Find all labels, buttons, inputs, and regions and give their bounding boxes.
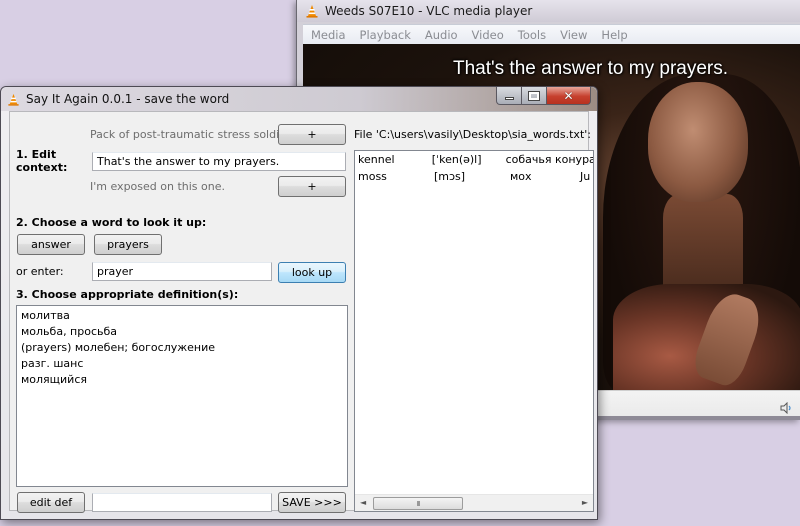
translation-cell: собачья конура <box>505 153 593 166</box>
saved-word-row[interactable]: kennel [ˈken(ə)l] собачья конура <box>355 153 593 168</box>
next-context-text: I'm exposed on this one. <box>90 180 225 193</box>
video-figure-face <box>648 82 748 202</box>
close-icon: ✕ <box>563 88 574 103</box>
vlc-menu-audio[interactable]: Audio <box>425 28 458 42</box>
definition-item[interactable]: разг. шанс <box>21 356 343 372</box>
file-path-label: File 'C:\users\vasily\Desktop\sia_words.… <box>354 128 591 141</box>
sia-window-title: Say It Again 0.0.1 - save the word <box>26 92 230 106</box>
saved-words-list[interactable]: kennel [ˈken(ə)l] собачья конура moss [m… <box>354 150 594 512</box>
previous-context-text: Pack of post-traumatic stress soldiers -… <box>90 128 308 141</box>
maximize-button[interactable] <box>522 87 547 105</box>
vlc-menu-tools[interactable]: Tools <box>518 28 546 42</box>
word-button-answer[interactable]: answer <box>17 234 85 255</box>
definition-item[interactable]: мольба, просьба <box>21 324 343 340</box>
word-cell: moss <box>358 170 387 183</box>
section3-label: 3. Choose appropriate definition(s): <box>16 288 239 301</box>
save-button[interactable]: SAVE >>> <box>278 492 346 513</box>
scroll-right-icon[interactable]: ► <box>582 498 588 507</box>
context-cell-truncated: Ju <box>580 170 591 183</box>
speaker-icon[interactable] <box>780 402 792 414</box>
window-controls: ✕ <box>496 87 591 105</box>
grip-icon: III <box>416 499 420 508</box>
saved-word-row[interactable]: moss [mɔs] мох Ju <box>355 170 593 185</box>
definition-item[interactable]: (prayers) молебен; богослужение <box>21 340 343 356</box>
vlc-window-title: Weeds S07E10 - VLC media player <box>325 4 533 18</box>
horizontal-scrollbar[interactable]: ◄ III ► <box>355 494 593 511</box>
minimize-icon <box>504 97 514 100</box>
definitions-list[interactable]: молитва мольба, просьба (prayers) молебе… <box>16 305 348 487</box>
vlc-menubar: Media Playback Audio Video Tools View He… <box>303 24 800 44</box>
vlc-menu-video[interactable]: Video <box>472 28 504 42</box>
scrollbar-thumb[interactable]: III <box>373 497 463 510</box>
section2-label: 2. Choose a word to look it up: <box>16 216 207 229</box>
section1-label: 1. Edit context: <box>16 148 68 174</box>
vlc-menu-help[interactable]: Help <box>601 28 627 42</box>
vlc-cone-icon <box>8 93 19 106</box>
vlc-titlebar[interactable]: Weeds S07E10 - VLC media player <box>297 0 800 22</box>
translation-cell: мох <box>510 170 532 183</box>
sia-titlebar[interactable]: Say It Again 0.0.1 - save the word ✕ <box>1 87 597 111</box>
word-button-prayers[interactable]: prayers <box>94 234 162 255</box>
definition-input[interactable] <box>92 493 272 512</box>
definition-item[interactable]: молящийся <box>21 372 343 388</box>
video-subtitle: That's the answer to my prayers. <box>453 58 729 79</box>
edit-def-button[interactable]: edit def <box>17 492 85 513</box>
add-previous-context-button[interactable]: + <box>278 124 346 145</box>
scroll-left-icon[interactable]: ◄ <box>360 498 366 507</box>
transcription-cell: [ˈken(ə)l] <box>431 153 482 166</box>
minimize-button[interactable] <box>496 87 522 105</box>
sia-client-area: Pack of post-traumatic stress soldiers -… <box>9 111 594 513</box>
vlc-menu-playback[interactable]: Playback <box>360 28 411 42</box>
context-input[interactable]: That's the answer to my prayers. <box>92 152 346 171</box>
close-button[interactable]: ✕ <box>547 87 591 105</box>
definition-item[interactable]: молитва <box>21 308 343 324</box>
lookup-word-input[interactable]: prayer <box>92 262 272 281</box>
vlc-menu-view[interactable]: View <box>560 28 587 42</box>
maximize-icon <box>528 90 540 101</box>
vlc-menu-media[interactable]: Media <box>311 28 346 42</box>
word-cell: kennel <box>358 153 395 166</box>
look-up-button[interactable]: look up <box>278 262 346 283</box>
transcription-cell: [mɔs] <box>434 170 466 183</box>
add-next-context-button[interactable]: + <box>278 176 346 197</box>
vlc-cone-icon <box>306 5 318 18</box>
or-enter-label: or enter: <box>16 265 64 278</box>
sia-window[interactable]: Say It Again 0.0.1 - save the word ✕ Pac… <box>0 86 598 520</box>
